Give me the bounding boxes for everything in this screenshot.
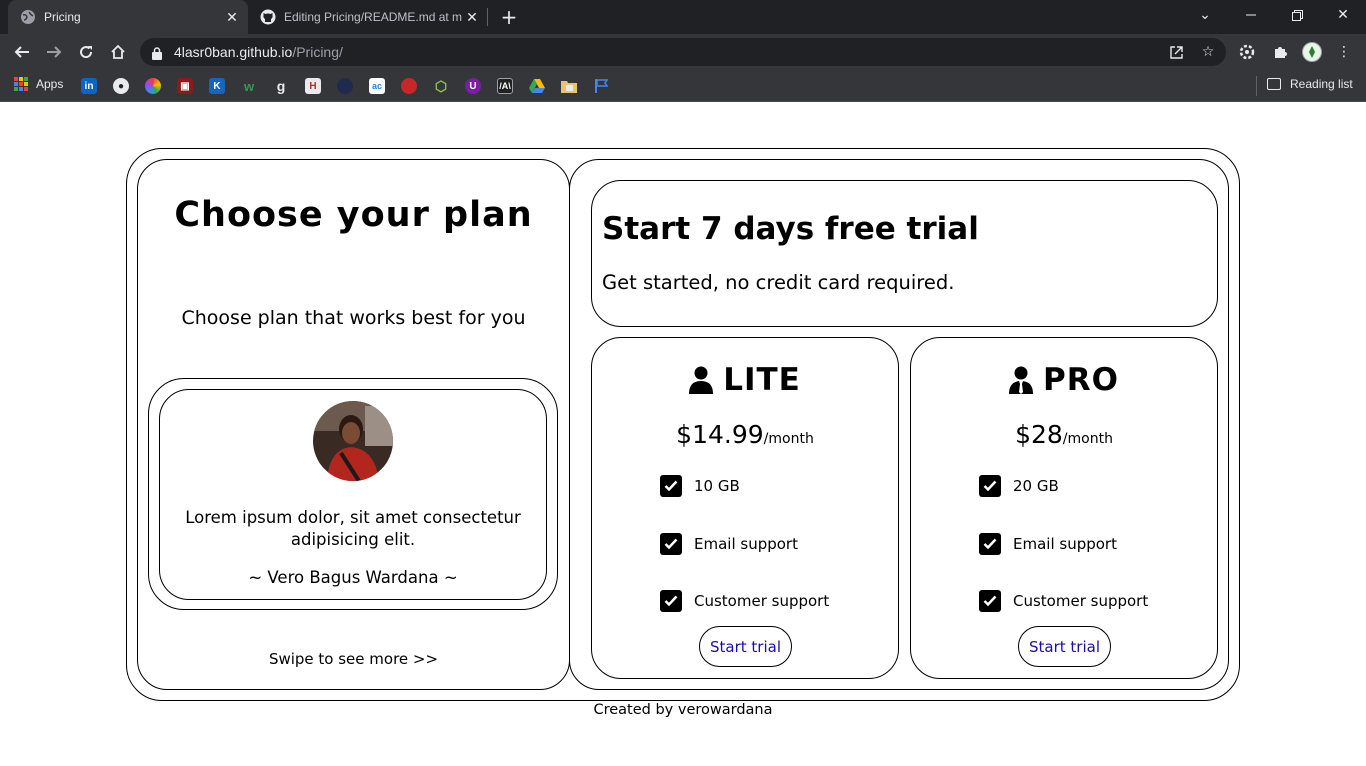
tab-title: Pricing [44, 10, 81, 24]
folder-icon[interactable] [561, 78, 577, 94]
plan-price: $14.99/month [592, 420, 898, 449]
home-icon[interactable] [104, 38, 132, 66]
trial-title: Start 7 days free trial [602, 211, 979, 247]
testimonial-author: ~ Vero Bagus Wardana ~ [248, 568, 458, 587]
feature-label: Customer support [1013, 592, 1149, 610]
lock-icon[interactable] [152, 45, 162, 64]
tab-title: Editing Pricing/README.md at m [284, 10, 462, 24]
tab-search-chevron-icon[interactable]: ⌄ [1182, 0, 1228, 30]
spiral-icon[interactable] [145, 78, 161, 94]
apps-grid-icon [14, 77, 28, 91]
globe-icon [20, 9, 36, 25]
profile-avatar[interactable] [1302, 42, 1322, 62]
plan-title: PRO [911, 362, 1217, 398]
green-box-icon[interactable]: ⬡ [433, 78, 449, 94]
page-title: Choose your plan [174, 195, 533, 235]
w-icon[interactable]: w [241, 78, 257, 94]
address-bar[interactable]: 4lasr0ban.github.io/Pricing/ ☆ [140, 38, 1226, 66]
feature-label: Email support [694, 535, 798, 553]
red-square-icon[interactable]: ▣ [177, 78, 193, 94]
start-trial-button-lite[interactable]: Start trial [699, 626, 792, 667]
feature-item: Email support [660, 533, 798, 555]
back-arrow-icon[interactable] [8, 38, 36, 66]
feature-label: 10 GB [694, 477, 740, 495]
price-period: /month [763, 431, 814, 447]
feature-label: 20 GB [1013, 477, 1059, 495]
minimize-icon[interactable] [1228, 0, 1274, 30]
plan-price: $28/month [911, 420, 1217, 449]
price-period: /month [1062, 431, 1113, 447]
trial-banner [591, 180, 1218, 327]
h-icon[interactable]: H [305, 78, 321, 94]
restore-icon[interactable] [1274, 0, 1320, 30]
ac-icon[interactable]: ac [369, 78, 385, 94]
github-icon[interactable]: ● [113, 78, 129, 94]
plan-title: LITE [592, 362, 898, 398]
testimonial-avatar [313, 401, 393, 481]
purple-u-icon[interactable]: U [465, 78, 481, 94]
feature-label: Customer support [694, 592, 830, 610]
extension-gear-icon[interactable] [1237, 42, 1257, 62]
user-icon [689, 366, 714, 394]
angular-icon[interactable]: /A\ [497, 78, 513, 94]
apps-label: Apps [36, 77, 64, 91]
price-amount: $14.99 [676, 420, 764, 449]
github-icon [260, 9, 276, 25]
checkbox-checked-icon [979, 590, 1001, 612]
feature-item: Email support [979, 533, 1117, 555]
feature-item: 10 GB [660, 475, 740, 497]
plan-name: PRO [1043, 362, 1119, 398]
checkbox-checked-icon [660, 533, 682, 555]
g-icon[interactable]: g [273, 78, 289, 94]
tab-strip: Pricing ✕ Editing Pricing/README.md at m… [0, 0, 1366, 34]
user-tie-icon [1009, 366, 1034, 394]
linkedin-icon[interactable]: in [81, 78, 97, 94]
close-tab-icon[interactable]: ✕ [462, 7, 482, 27]
forward-arrow-icon[interactable] [40, 38, 68, 66]
testimonial-quote: Lorem ipsum dolor, sit amet consectetur … [185, 508, 521, 549]
drive-icon[interactable] [529, 78, 545, 94]
navigation-toolbar: 4lasr0ban.github.io/Pricing/ ☆ ⋮ [0, 34, 1366, 70]
checkbox-checked-icon [979, 533, 1001, 555]
reading-list-label: Reading list [1290, 77, 1353, 91]
share-icon[interactable] [1168, 44, 1184, 60]
footer-credit: Created by verowardana [593, 702, 773, 718]
feature-label: Email support [1013, 535, 1117, 553]
close-tab-icon[interactable]: ✕ [222, 7, 242, 27]
reading-list-icon [1267, 78, 1281, 90]
feature-item: 20 GB [979, 475, 1059, 497]
bookmark-star-icon[interactable]: ☆ [1200, 44, 1216, 60]
close-window-icon[interactable]: ✕ [1320, 0, 1366, 30]
url-text: 4lasr0ban.github.io/Pricing/ [174, 44, 343, 60]
page-content: Choose your plan Choose plan that works … [0, 103, 1366, 766]
dark-circle-icon[interactable] [337, 78, 353, 94]
flag-icon[interactable] [593, 78, 609, 94]
puzzle-extensions-icon[interactable] [1270, 42, 1290, 62]
bookmark-apps[interactable]: Apps [14, 77, 63, 91]
bookmarks-bar: Apps in ● ▣ K w g H ac ⬡ U /A\ Reading l… [0, 70, 1366, 102]
checkbox-checked-icon [979, 475, 1001, 497]
tab-pricing[interactable]: Pricing ✕ [8, 0, 248, 34]
plan-name: LITE [723, 362, 801, 398]
plan-card-pro: PRO $28/month 20 GB Email support Custom… [910, 337, 1218, 679]
checkbox-checked-icon [660, 590, 682, 612]
tab-readme[interactable]: Editing Pricing/README.md at m ✕ [248, 0, 488, 34]
reading-list-button[interactable]: Reading list [1267, 77, 1353, 91]
checkbox-checked-icon [660, 475, 682, 497]
new-tab-icon[interactable]: + [498, 6, 520, 28]
reload-icon[interactable] [72, 38, 100, 66]
menu-kebab-icon[interactable]: ⋮ [1334, 42, 1354, 62]
swipe-hint: Swipe to see more >> [268, 650, 439, 668]
feature-item: Customer support [660, 590, 829, 612]
feature-item: Customer support [979, 590, 1148, 612]
price-amount: $28 [1015, 420, 1063, 449]
bookmark-divider [1256, 76, 1257, 96]
plan-card-lite: LITE $14.99/month 10 GB Email support Cu… [591, 337, 899, 679]
tab-separator [487, 8, 488, 26]
trial-subtitle: Get started, no credit card required. [602, 271, 955, 294]
page-subtitle: Choose plan that works best for you [181, 307, 526, 329]
red-blob-icon[interactable] [401, 78, 417, 94]
start-trial-button-pro[interactable]: Start trial [1018, 626, 1111, 667]
k-icon[interactable]: K [209, 78, 225, 94]
